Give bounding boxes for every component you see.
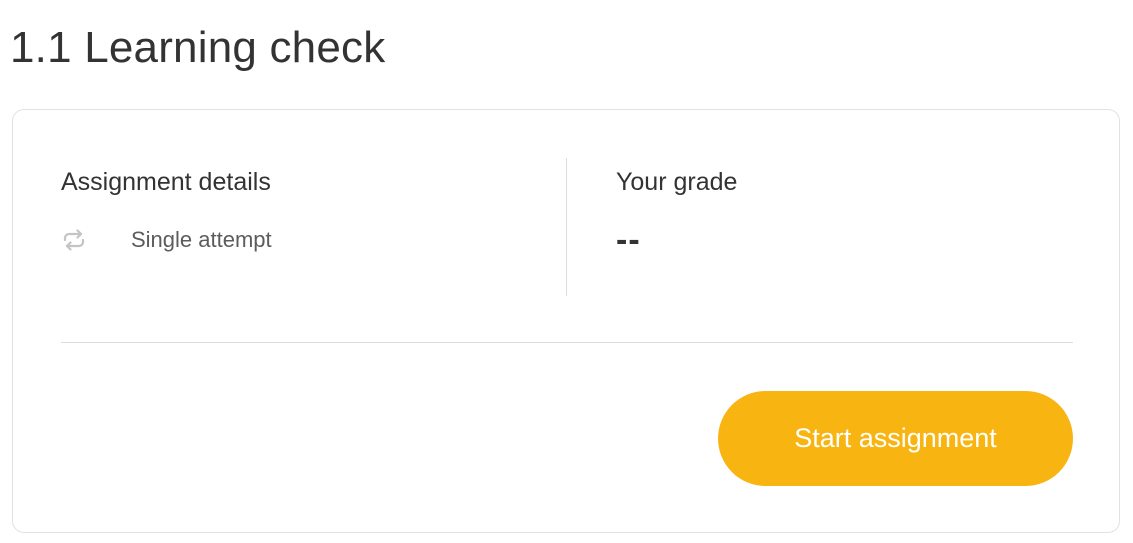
- assignment-page: 1.1 Learning check Assignment details Si…: [0, 0, 1133, 543]
- start-assignment-button[interactable]: Start assignment: [718, 391, 1073, 486]
- repeat-icon: [61, 228, 95, 252]
- grade-value: --: [616, 221, 641, 259]
- assignment-details-heading: Assignment details: [61, 168, 271, 196]
- assignment-card: Assignment details Single attempt Your g…: [12, 109, 1120, 533]
- row-divider: [61, 342, 1073, 343]
- attempt-text: Single attempt: [131, 227, 272, 252]
- grade-section: Your grade --: [616, 166, 1056, 260]
- assignment-details-section: Assignment details Single attempt: [61, 166, 521, 256]
- grade-heading: Your grade: [616, 168, 738, 196]
- column-divider: [566, 158, 567, 296]
- attempt-info-row: Single attempt: [61, 224, 521, 256]
- page-title: 1.1 Learning check: [10, 23, 386, 72]
